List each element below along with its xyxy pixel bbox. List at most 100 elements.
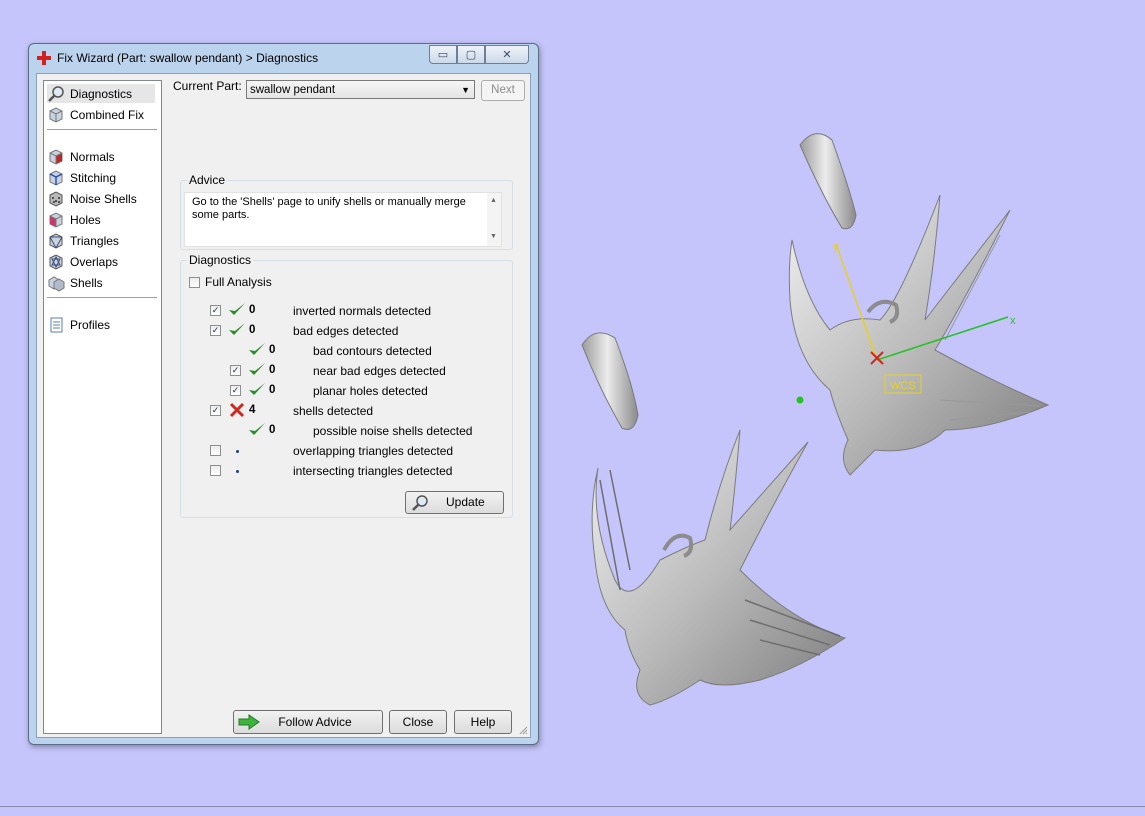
diagnostic-row: overlapping triangles detected (181, 441, 511, 461)
nav-label: Triangles (70, 233, 119, 248)
row-count: 0 (269, 364, 276, 376)
nav-label: Profiles (70, 317, 111, 332)
pivot-point (796, 396, 804, 404)
nav-item-overlaps[interactable]: Overlaps (47, 252, 118, 271)
nav-item-normals[interactable]: Normals (47, 147, 115, 166)
current-part-select[interactable]: swallow pendant ▼ (246, 80, 475, 99)
follow-advice-label: Follow Advice (278, 715, 352, 729)
advice-scrollbar[interactable]: ▲ ▼ (487, 193, 501, 246)
row-text: planar holes detected (313, 384, 428, 398)
close-button[interactable]: Close (389, 710, 447, 734)
dialog-client: Diagnostics Combined Fix Normals Stitchi… (36, 73, 531, 738)
cube-shells-icon (48, 275, 65, 292)
nav-separator (47, 297, 157, 298)
title-bar[interactable]: Fix Wizard (Part: swallow pendant) > Dia… (29, 44, 538, 71)
magnifier-icon (412, 495, 428, 511)
resize-grip-icon[interactable] (519, 726, 528, 735)
magnifier-icon (48, 85, 64, 102)
status-dot-icon (236, 450, 239, 453)
nav-label: Combined Fix (70, 107, 145, 122)
cube-triangles-icon (49, 232, 63, 249)
nav-item-profiles[interactable]: Profiles (47, 315, 110, 334)
update-button[interactable]: Update (405, 491, 504, 514)
x-axis-label: x (1010, 315, 1016, 327)
row-checkbox[interactable]: ✓ (210, 305, 221, 316)
full-analysis-checkbox[interactable] (189, 276, 200, 288)
close-window-button[interactable]: ✕ (485, 45, 529, 64)
cube-overlap-icon (49, 253, 63, 270)
minimize-button[interactable]: ▭ (429, 45, 457, 64)
fix-wizard-nav: Diagnostics Combined Fix Normals Stitchi… (43, 80, 162, 734)
nav-label: Diagnostics (70, 86, 133, 101)
nav-item-diagnostics[interactable]: Diagnostics (47, 84, 155, 103)
swallow-pendant-2[interactable] (591, 429, 847, 706)
diagnostic-row: ✓ 0 near bad edges detected (181, 361, 511, 381)
nav-item-holes[interactable]: Holes (47, 210, 101, 229)
row-text: bad contours detected (313, 344, 432, 358)
diagnostic-row: 0 possible noise shells detected (181, 421, 511, 441)
row-checkbox[interactable] (210, 465, 221, 476)
full-analysis-label: Full Analysis (205, 275, 272, 289)
nav-label: Normals (70, 149, 115, 164)
row-text: overlapping triangles detected (293, 444, 454, 458)
nav-separator (47, 129, 157, 130)
cube-blue-edge-icon (49, 169, 63, 186)
row-text: shells detected (293, 404, 374, 418)
diagnostic-row: ✓ 0 planar holes detected (181, 381, 511, 401)
row-count: 0 (269, 384, 276, 396)
diagnostic-row: ✓ 0 bad edges detected (181, 321, 511, 341)
maximize-button[interactable]: ▢ (457, 45, 485, 64)
follow-advice-button[interactable]: Follow Advice (233, 710, 383, 734)
nav-item-stitching[interactable]: Stitching (47, 168, 116, 187)
advice-title: Advice (187, 173, 228, 187)
chevron-down-icon: ▼ (461, 85, 470, 95)
nav-item-triangles[interactable]: Triangles (47, 231, 119, 250)
row-count: 4 (249, 404, 256, 416)
nav-item-noise-shells[interactable]: Noise Shells (47, 189, 137, 208)
scroll-up-icon[interactable]: ▲ (490, 197, 497, 204)
fix-wizard-dialog: Fix Wizard (Part: swallow pendant) > Dia… (28, 43, 539, 745)
error-x-icon (229, 402, 245, 418)
row-checkbox[interactable]: ✓ (230, 385, 241, 396)
check-icon (249, 363, 265, 375)
nav-label: Shells (70, 275, 103, 290)
nav-item-shells[interactable]: Shells (47, 273, 103, 292)
row-checkbox[interactable]: ✓ (210, 325, 221, 336)
y-axis-label: y (833, 241, 839, 253)
row-count: 0 (249, 324, 256, 336)
wcs-label: WCS (890, 380, 916, 392)
current-part-label: Current Part: (173, 79, 242, 93)
check-icon (229, 303, 245, 315)
scroll-down-icon[interactable]: ▼ (490, 233, 497, 240)
tail-piece-upper[interactable] (799, 133, 857, 230)
row-text: near bad edges detected (313, 364, 446, 378)
check-icon (249, 343, 265, 355)
document-icon (50, 317, 63, 332)
nav-item-combined-fix[interactable]: Combined Fix (47, 105, 144, 124)
row-checkbox[interactable]: ✓ (210, 405, 221, 416)
advice-group: Advice Go to the 'Shells' page to unify … (180, 173, 513, 250)
row-text: possible noise shells detected (313, 424, 473, 438)
nav-label: Holes (70, 212, 101, 227)
green-arrow-icon (238, 714, 260, 730)
tail-piece-lower[interactable] (581, 332, 639, 430)
swallow-pendant-1[interactable] (788, 194, 1050, 476)
diagnostic-row: 0 bad contours detected (181, 341, 511, 361)
current-part-value: swallow pendant (250, 84, 336, 96)
row-text: bad edges detected (293, 324, 399, 338)
full-analysis-option[interactable]: Full Analysis (189, 275, 272, 289)
status-dot-icon (236, 470, 239, 473)
row-text: intersecting triangles detected (293, 464, 453, 478)
advice-textbox[interactable]: Go to the 'Shells' page to unify shells … (184, 192, 502, 247)
row-checkbox[interactable]: ✓ (230, 365, 241, 376)
diagnostics-title: Diagnostics (187, 253, 254, 267)
cube-red-face-icon (49, 148, 63, 165)
help-button[interactable]: Help (454, 710, 512, 734)
diagnostic-row: ✓ 0 inverted normals detected (181, 301, 511, 321)
update-label: Update (446, 495, 485, 509)
row-checkbox[interactable] (210, 445, 221, 456)
row-text: inverted normals detected (293, 304, 432, 318)
diagnostic-row: intersecting triangles detected (181, 461, 511, 481)
next-button[interactable]: Next (481, 80, 525, 101)
dotted-cube-icon (49, 190, 63, 207)
